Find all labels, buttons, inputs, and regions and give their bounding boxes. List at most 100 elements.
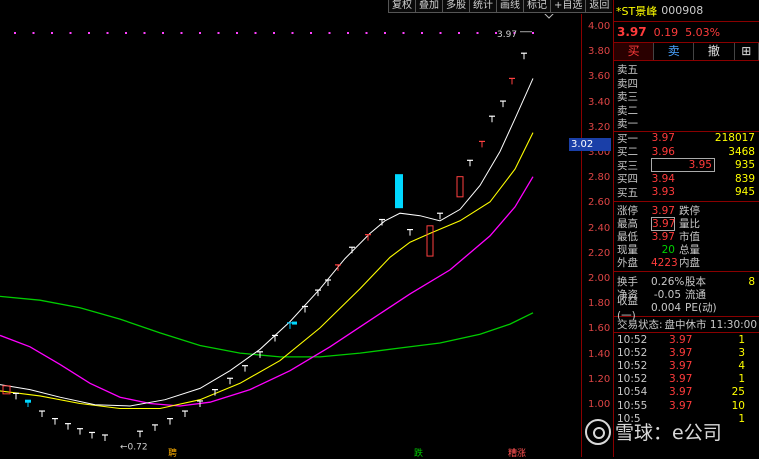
trade-list[interactable]: 10:52 3.97 1 10:52 3.97 3 10:52 3.97 4 10:52 3.97 1… — [614, 333, 759, 425]
trade-price: 3.97 — [669, 399, 693, 412]
sell-level-row[interactable]: 卖三 — [614, 90, 759, 104]
fundamentals-block: 换手 0.26% 股本 8 净资 -0.05 流通 收益(一) 0.004 PE(动) — [614, 272, 759, 322]
trade-price: 3.97 — [669, 359, 693, 372]
toolbar-button-6[interactable]: +自选 — [550, 0, 586, 13]
candle-body-red — [2, 385, 11, 395]
watermark: 雪球：e公司 — [585, 418, 722, 445]
sell-level-row[interactable]: 卖五 — [614, 63, 759, 77]
trade-time: 10:52 — [617, 346, 648, 359]
buy-level-volume: 218017 — [714, 132, 755, 145]
buy-button[interactable]: 买 — [614, 43, 655, 60]
marker-dot — [532, 32, 534, 34]
trade-row: 10:52 3.97 4 — [614, 359, 759, 372]
y-tick-label: 2.80 — [588, 172, 611, 184]
stat-label: 外盘 — [617, 257, 638, 269]
buy-book: 买一 3.97 218017 买二 3.96 3468 买三 3.95 935 买四 3.94 839… — [614, 132, 759, 200]
price-pct: 5.03% — [685, 25, 721, 39]
y-tick-label: 1.80 — [588, 298, 611, 310]
ma-yellow-line — [0, 132, 534, 410]
toolbar-button-4[interactable]: 画线 — [496, 0, 523, 13]
trade-volume: 10 — [731, 399, 745, 412]
stat-value: 4223 — [651, 256, 678, 269]
y-tick-label: 1.00 — [588, 399, 611, 410]
marker-dot — [32, 32, 35, 34]
toolbar-button-0[interactable]: 复权 — [388, 0, 415, 13]
high-label: 3.97 — [497, 30, 517, 40]
stat-value: 20 — [661, 243, 675, 256]
sell-level-label: 卖一 — [617, 118, 638, 131]
marker-dot — [273, 32, 275, 34]
buy-level-price: 3.94 — [651, 172, 675, 185]
trade-time: 10:55 — [617, 399, 648, 412]
toolbar-button-3[interactable]: 统计 — [469, 0, 496, 13]
y-tick-label: 2.20 — [588, 247, 611, 259]
price-change: 0.19 — [653, 25, 679, 39]
diamond-icon — [544, 14, 554, 19]
candle-body-cyan — [292, 321, 297, 325]
y-tick-label: 1.60 — [588, 323, 611, 335]
mark-label-1: 聘 — [168, 449, 178, 459]
price-line — [0, 78, 534, 407]
sell-level-row[interactable]: 卖一 — [614, 117, 759, 131]
trade-price: 3.97 — [669, 386, 693, 399]
toolbar-button-1[interactable]: 叠加 — [415, 0, 442, 13]
buy-level-volume: 945 — [734, 186, 755, 199]
sell-button[interactable]: 卖 — [654, 43, 695, 60]
buy-level-price: 3.97 — [651, 132, 675, 145]
y-tick-label: 3.20 — [588, 121, 611, 133]
trade-time: 10:52 — [617, 373, 648, 386]
stat-value: 3.97 — [651, 216, 676, 231]
trade-price: 3.97 — [669, 346, 693, 359]
candle-body-cyan — [25, 399, 31, 403]
trade-row: 10:55 3.97 10 — [614, 399, 759, 412]
trade-row: 10:52 3.97 1 — [614, 333, 759, 346]
toolbar-button-2[interactable]: 多股 — [442, 0, 469, 13]
y-tick-label: 4.00 — [588, 21, 611, 32]
cancel-button[interactable]: 撤 — [694, 43, 735, 60]
trade-status-label: 交易状态: — [617, 319, 663, 331]
buy-level-row[interactable]: 买五 3.93 945 — [614, 186, 759, 200]
trade-volume: 4 — [738, 359, 745, 372]
grid-icon[interactable]: ⊞ — [735, 43, 759, 60]
buy-level-row[interactable]: 买三 3.95 935 — [614, 158, 759, 173]
y-tick-label: 3.40 — [588, 96, 611, 108]
sell-book: 卖五 卖四 卖三 卖二 卖一 — [614, 61, 759, 131]
marker-dot — [143, 32, 146, 34]
trade-price: 3.97 — [669, 333, 693, 346]
toolbar-button-7[interactable]: 返回 — [585, 0, 613, 13]
marker-dot — [125, 32, 127, 34]
marker-dot — [310, 32, 312, 34]
y-tick-label: 2.40 — [588, 222, 611, 234]
trade-row: 10:54 3.97 25 — [614, 386, 759, 399]
trade-price: 3.97 — [669, 373, 693, 386]
marker-dot — [199, 32, 201, 34]
ma-green-line — [0, 295, 534, 358]
buy-level-row[interactable]: 买一 3.97 218017 — [614, 132, 759, 146]
marker-dot — [421, 32, 423, 34]
marker-dot — [384, 32, 386, 34]
quote-line: 3.97 0.19 5.03% — [614, 22, 759, 42]
stock-code: 000908 — [661, 4, 704, 17]
candle-body-cyan — [395, 174, 403, 209]
marker-dot — [14, 32, 16, 34]
fundamental-label-2: PE(动) — [685, 302, 717, 314]
marker-dot — [88, 32, 90, 34]
sell-level-row[interactable]: 卖四 — [614, 77, 759, 91]
marker-dot — [106, 32, 109, 34]
marker-dot — [458, 32, 460, 34]
mark-label-2: 跌 — [414, 449, 424, 459]
sell-level-row[interactable]: 卖二 — [614, 104, 759, 118]
mark-label-3: 糟涨 — [508, 449, 527, 459]
marker-dot — [365, 32, 368, 34]
kline-chart[interactable]: 3.97 ←0.72 — [0, 14, 580, 457]
order-buttons: 买 卖 撤 ⊞ — [614, 42, 759, 61]
chart-toolbar: 复权 叠加 多股 统计 画线 标记 +自选 返回 — [388, 0, 613, 13]
buy-level-row[interactable]: 买四 3.94 839 — [614, 172, 759, 186]
trade-volume: 3 — [738, 346, 745, 359]
y-tick-label: 1.20 — [588, 373, 611, 385]
stock-name: *ST景峰 — [616, 4, 658, 18]
fundamental-value: 0.26% — [651, 275, 685, 288]
toolbar-button-5[interactable]: 标记 — [523, 0, 550, 13]
trade-volume: 25 — [731, 386, 745, 399]
buy-level-row[interactable]: 买二 3.96 3468 — [614, 145, 759, 159]
